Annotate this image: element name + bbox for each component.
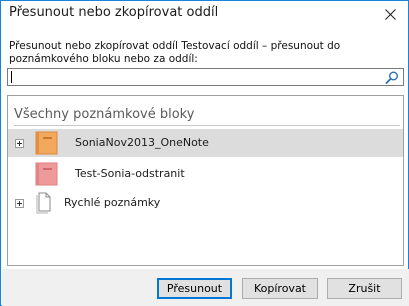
dialog-footer: Přesunout Kopírovat Zrušit	[2, 269, 409, 306]
expand-icon[interactable]	[15, 199, 24, 208]
text-caret	[11, 71, 12, 83]
instruction-text: Přesunout nebo zkopírovat oddíl Testovac…	[9, 40, 341, 65]
close-icon	[384, 8, 396, 20]
tree-root-label: Všechny poznámkové bloky	[14, 107, 195, 122]
notebook-tree: Všechny poznámkové bloky SoniaNov2013_On…	[7, 95, 404, 266]
close-button[interactable]	[377, 3, 403, 25]
search-box[interactable]	[7, 68, 404, 86]
move-copy-section-dialog: Přesunout nebo zkopírovat oddíl Přesunou…	[0, 0, 409, 306]
tree-item-label: SoniaNov2013_OneNote	[75, 136, 209, 149]
tree-item-rychle-poznamky[interactable]: Rychlé poznámky	[8, 189, 403, 217]
notebook-icon	[35, 131, 58, 155]
tree-item-test-sonia-odstranit[interactable]: Test-Sonia-odstranit	[8, 160, 403, 188]
copy-button[interactable]: Kopírovat	[242, 278, 318, 299]
tree-root-divider	[14, 125, 400, 126]
tree-item-label: Rychlé poznámky	[64, 196, 161, 209]
quick-notes-page-icon	[36, 192, 51, 214]
dialog-title: Přesunout nebo zkopírovat oddíl	[9, 5, 219, 20]
search-input[interactable]	[10, 70, 380, 84]
cancel-button[interactable]: Zrušit	[327, 278, 402, 299]
search-icon[interactable]	[385, 71, 399, 84]
tree-item-sonianov2013-onenote[interactable]: SoniaNov2013_OneNote	[8, 129, 403, 157]
notebook-icon	[35, 162, 58, 186]
expand-icon[interactable]	[15, 139, 24, 148]
move-button[interactable]: Přesunout	[157, 278, 232, 299]
tree-item-label: Test-Sonia-odstranit	[75, 167, 185, 180]
